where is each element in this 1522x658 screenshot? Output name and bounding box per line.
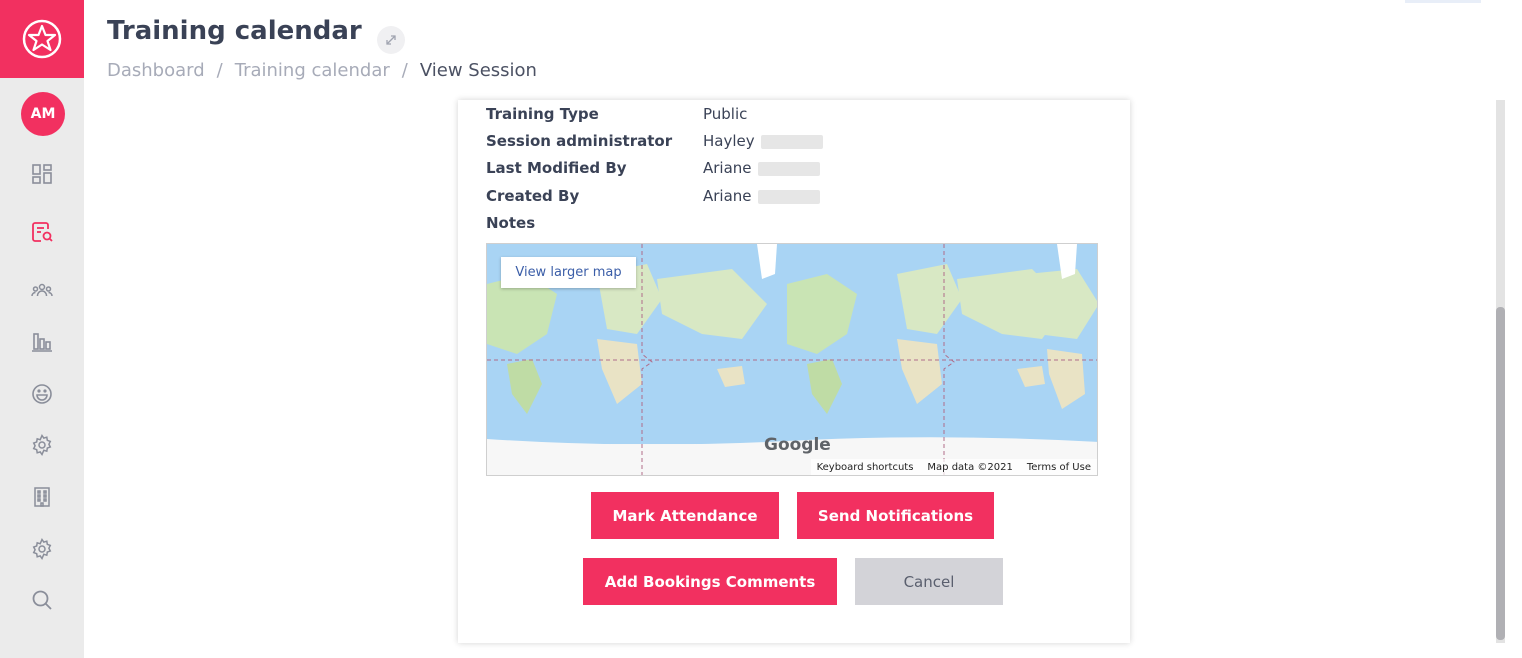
- breadcrumb-dashboard[interactable]: Dashboard: [107, 60, 205, 81]
- redaction: [757, 189, 820, 204]
- send-notifications-button[interactable]: Send Notifications: [797, 492, 994, 539]
- user-avatar[interactable]: AM: [21, 92, 65, 136]
- view-larger-map-button[interactable]: View larger map: [501, 257, 636, 288]
- field-value-text: Ariane: [703, 159, 752, 177]
- breadcrumb-separator: /: [401, 60, 408, 81]
- field-value-text: Hayley: [703, 132, 755, 150]
- star-badge-icon: [22, 19, 62, 59]
- field-value: Ariane: [703, 187, 820, 205]
- scrollbar-thumb[interactable]: [1496, 307, 1505, 640]
- page-title: Training calendar: [107, 16, 362, 46]
- breadcrumb: Dashboard / Training calendar / View Session: [107, 60, 537, 81]
- field-label: Created By: [486, 187, 580, 205]
- expand-icon: [386, 35, 396, 45]
- settings-icon[interactable]: [28, 431, 56, 459]
- top-right-strip: [1405, 0, 1481, 3]
- building-icon[interactable]: [28, 483, 56, 511]
- calendar-search-icon[interactable]: [28, 218, 56, 246]
- sidebar: AM: [0, 0, 84, 658]
- add-bookings-comments-button[interactable]: Add Bookings Comments: [583, 558, 837, 605]
- field-value: Hayley: [703, 132, 823, 150]
- settings-icon[interactable]: [28, 535, 56, 563]
- bar-chart-icon[interactable]: [28, 328, 56, 356]
- map-footer: Keyboard shortcuts Map data ©2021 Terms …: [810, 459, 1097, 475]
- location-map[interactable]: View larger map Google Keyboard shortcut…: [486, 243, 1098, 476]
- users-icon[interactable]: [28, 276, 56, 304]
- map-data-attribution: Map data ©2021: [927, 461, 1013, 473]
- breadcrumb-view-session: View Session: [419, 60, 537, 81]
- field-label: Training Type: [486, 105, 599, 123]
- dashboard-icon[interactable]: [28, 160, 56, 188]
- app-logo[interactable]: [0, 0, 84, 78]
- redaction: [760, 134, 823, 149]
- field-value-text: Ariane: [703, 187, 752, 205]
- field-label: Session administrator: [486, 132, 673, 150]
- search-icon[interactable]: [28, 586, 56, 614]
- field-value: Public: [703, 105, 748, 123]
- mark-attendance-button[interactable]: Mark Attendance: [591, 492, 779, 539]
- google-logo: Google: [764, 435, 831, 455]
- breadcrumb-separator: /: [216, 60, 223, 81]
- smiley-icon[interactable]: [28, 380, 56, 408]
- field-value: Ariane: [703, 159, 820, 177]
- field-label: Last Modified By: [486, 159, 627, 177]
- expand-button[interactable]: [377, 26, 405, 54]
- breadcrumb-training-calendar[interactable]: Training calendar: [235, 60, 390, 81]
- session-details-card: Training Type Public Session administrat…: [458, 100, 1130, 643]
- redaction: [757, 161, 820, 176]
- cancel-button[interactable]: Cancel: [855, 558, 1003, 605]
- keyboard-shortcuts-link[interactable]: Keyboard shortcuts: [817, 462, 914, 473]
- vertical-scrollbar[interactable]: [1496, 100, 1505, 643]
- terms-of-use-link[interactable]: Terms of Use: [1027, 462, 1091, 473]
- field-label: Notes: [486, 214, 536, 232]
